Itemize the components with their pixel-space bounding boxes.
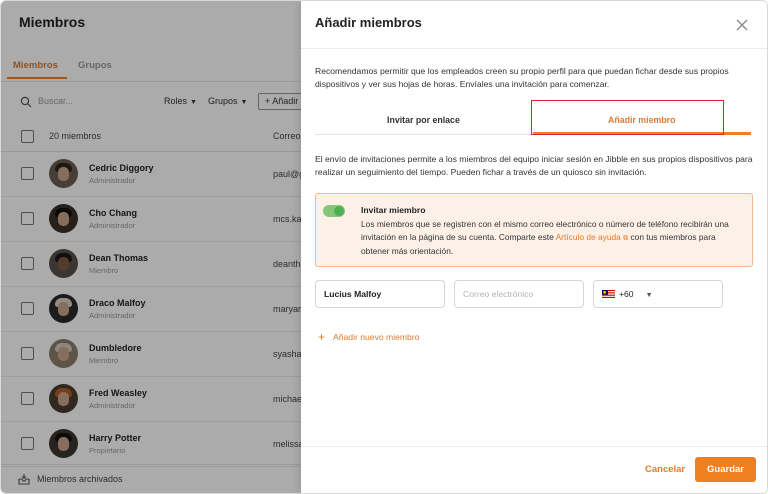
notice-title: Invitar miembro [361, 205, 426, 215]
add-new-member-button[interactable]: + Añadir nuevo miembro [318, 329, 420, 344]
intro-text: Recomendamos permitir que los empleados … [315, 66, 729, 89]
malaysia-flag-icon [602, 289, 615, 298]
help-article-link[interactable]: Artículo de ayuda ⧉ [556, 232, 629, 242]
notice-text: Los miembros que se registren con el mis… [361, 218, 741, 258]
add-members-panel: Añadir miembros Recomendamos permitir qu… [301, 1, 767, 493]
toggle-knob [334, 206, 344, 216]
divider [301, 48, 767, 49]
email-field[interactable]: Correo electrónico [454, 280, 584, 308]
phone-field[interactable]: +60 ▼ [593, 280, 723, 308]
phone-country-code: +60 [619, 289, 634, 299]
cancel-button[interactable]: Cancelar [645, 464, 685, 475]
members-page: Miembros Miembros Grupos Buscar... Roles… [1, 1, 326, 493]
add-new-member-label: Añadir nuevo miembro [333, 332, 420, 342]
invite-member-toggle[interactable] [323, 205, 345, 217]
invite-member-notice: Invitar miembro Los miembros que se regi… [315, 193, 753, 267]
plus-icon: + [318, 330, 326, 344]
close-icon[interactable] [735, 18, 749, 32]
modal-backdrop[interactable] [1, 1, 301, 493]
app-window: Miembros Miembros Grupos Buscar... Roles… [0, 0, 768, 494]
chevron-down-icon: ▼ [645, 292, 653, 299]
panel-title: Añadir miembros [315, 15, 422, 30]
help-article-label: Artículo de ayuda [555, 232, 621, 242]
save-button[interactable]: Guardar [695, 457, 756, 482]
name-field[interactable]: Lucius Malfoy [315, 280, 445, 308]
highlight-box [531, 100, 724, 135]
tab-invite-by-link[interactable]: Invitar por enlace [387, 115, 460, 125]
invite-description: El envío de invitaciones permite a los m… [315, 154, 753, 177]
footer-divider [301, 446, 767, 447]
